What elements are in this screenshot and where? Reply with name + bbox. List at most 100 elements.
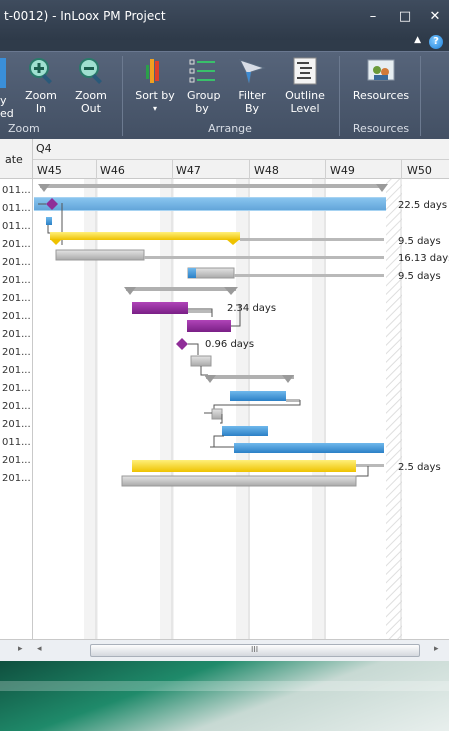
maximize-button[interactable]: □ [394, 8, 416, 26]
duration-label: 2.5 days [398, 462, 441, 473]
resources-button[interactable]: Resources [351, 56, 411, 102]
zoom-out-icon [76, 56, 106, 86]
zoom-in-label: Zoom In [25, 89, 57, 115]
week-label: W46 [100, 164, 125, 177]
week-divider [172, 159, 173, 179]
gantt-slack-line [356, 464, 384, 467]
week-label: W49 [330, 164, 355, 177]
gantt-bar[interactable] [132, 460, 356, 472]
desktop-background [0, 661, 449, 731]
gantt-slack-line [144, 256, 384, 259]
scrollbar-thumb[interactable]: III [90, 644, 420, 657]
partial-label-1: y [0, 94, 7, 107]
row-date: 011... [2, 437, 31, 448]
help-icon[interactable]: ? [429, 35, 443, 49]
row-date: 201... [2, 455, 31, 466]
gantt-bar[interactable] [34, 198, 386, 210]
collapse-ribbon-icon[interactable]: ▲ [414, 35, 421, 45]
row-date: 201... [2, 239, 31, 250]
filter-icon [237, 56, 267, 86]
row-date: 011... [2, 221, 31, 232]
group-by-label: Group by [187, 89, 221, 115]
duration-label: 9.5 days [398, 271, 441, 282]
gantt-bar[interactable] [190, 355, 212, 367]
group-label-zoom: Zoom [8, 122, 40, 135]
week-divider [401, 159, 402, 179]
gantt-bar[interactable] [46, 217, 52, 225]
row-date: 201... [2, 383, 31, 394]
week-divider [325, 159, 326, 179]
milestone-diamond[interactable] [176, 338, 188, 350]
scroll-right-arrow-icon[interactable]: ▸ [434, 644, 439, 654]
outline-level-button[interactable]: Outline Level [280, 56, 330, 115]
duration-label: 9.5 days [398, 236, 441, 247]
week-divider [249, 159, 250, 179]
gantt-bar[interactable] [222, 426, 268, 436]
row-date: 201... [2, 365, 31, 376]
partial-button-label: y ed [0, 94, 14, 120]
zoom-out-label: Zoom Out [75, 89, 107, 115]
date-column-label: ate [5, 153, 23, 166]
quarter-label: Q4 [36, 142, 52, 155]
row-date: 201... [2, 329, 31, 340]
row-date: 201... [2, 347, 31, 358]
gantt-slack-line [240, 238, 384, 241]
row-date: 201... [2, 275, 31, 286]
gantt-view: ate Q4 W45 W46 W47 W48 W49 W50 011... 01… [0, 139, 449, 661]
zoom-in-icon [26, 56, 56, 86]
week-label: W47 [176, 164, 201, 177]
week-label: W48 [254, 164, 279, 177]
sort-by-button[interactable]: Sort by ▾ [131, 56, 179, 115]
gantt-chart-area: 22.5 days 9.5 days 16.13 days 9.5 days 2… [34, 179, 449, 639]
row-date: 011... [2, 203, 31, 214]
partial-label-2: ed [0, 107, 14, 120]
partial-button-icon [0, 58, 6, 88]
scroll-grip: III [251, 645, 259, 654]
weekend-shading [84, 179, 402, 639]
gantt-summary-bar[interactable] [124, 287, 238, 295]
gantt-bar[interactable] [132, 302, 188, 314]
close-button[interactable]: ✕ [424, 8, 446, 26]
gantt-bar[interactable] [55, 249, 145, 261]
row-date: 201... [2, 311, 31, 322]
duration-label: 22.5 days [398, 200, 447, 211]
duration-label: 16.13 days [398, 253, 449, 264]
outline-icon [290, 56, 320, 86]
ribbon: y ed Zoom In Zoom Out Sort by ▾ Group by… [0, 51, 449, 139]
week-label: W50 [407, 164, 432, 177]
ribbon-toggle-row: ▲ ? [0, 33, 449, 51]
horizontal-scrollbar[interactable]: ▸ ◂ III ▸ [0, 639, 449, 661]
zoom-out-button[interactable]: Zoom Out [66, 56, 116, 115]
reflection-strip [0, 681, 449, 691]
gantt-summary-bar[interactable] [50, 232, 240, 245]
gantt-slack-line [188, 310, 212, 313]
week-divider [96, 159, 97, 179]
date-column: 011... 011... 011... 201... 201... 201..… [0, 179, 33, 639]
gantt-bar[interactable] [187, 320, 231, 332]
sort-by-label: Sort by [135, 89, 175, 102]
sort-icon [140, 56, 170, 86]
row-date: 201... [2, 473, 31, 484]
gantt-bar[interactable] [211, 408, 223, 420]
resources-icon [366, 56, 396, 86]
scroll-left-arrow-icon[interactable]: ◂ [37, 644, 42, 654]
zoom-in-button[interactable]: Zoom In [20, 56, 62, 115]
row-date: 201... [2, 257, 31, 268]
window-title: t-0012) - InLoox PM Project [4, 9, 166, 23]
duration-label: 2.34 days [227, 303, 276, 314]
ribbon-separator [122, 56, 123, 136]
gantt-bar[interactable] [121, 475, 357, 487]
gantt-header: ate Q4 W45 W46 W47 W48 W49 W50 [0, 139, 449, 179]
group-label-arrange: Arrange [208, 122, 252, 135]
gantt-slack-line [234, 274, 384, 277]
row-date: 011... [2, 185, 31, 196]
date-column-header[interactable]: ate [0, 139, 33, 179]
gantt-bar[interactable] [234, 443, 384, 453]
ribbon-separator [339, 56, 340, 136]
gantt-bar[interactable] [230, 391, 286, 401]
filter-by-label: Filter By [238, 89, 266, 115]
group-by-button[interactable]: Group by [180, 56, 224, 115]
filter-by-button[interactable]: Filter By [232, 56, 272, 115]
scroll-left-arrow-icon[interactable]: ▸ [18, 644, 23, 654]
minimize-button[interactable]: – [362, 8, 384, 26]
